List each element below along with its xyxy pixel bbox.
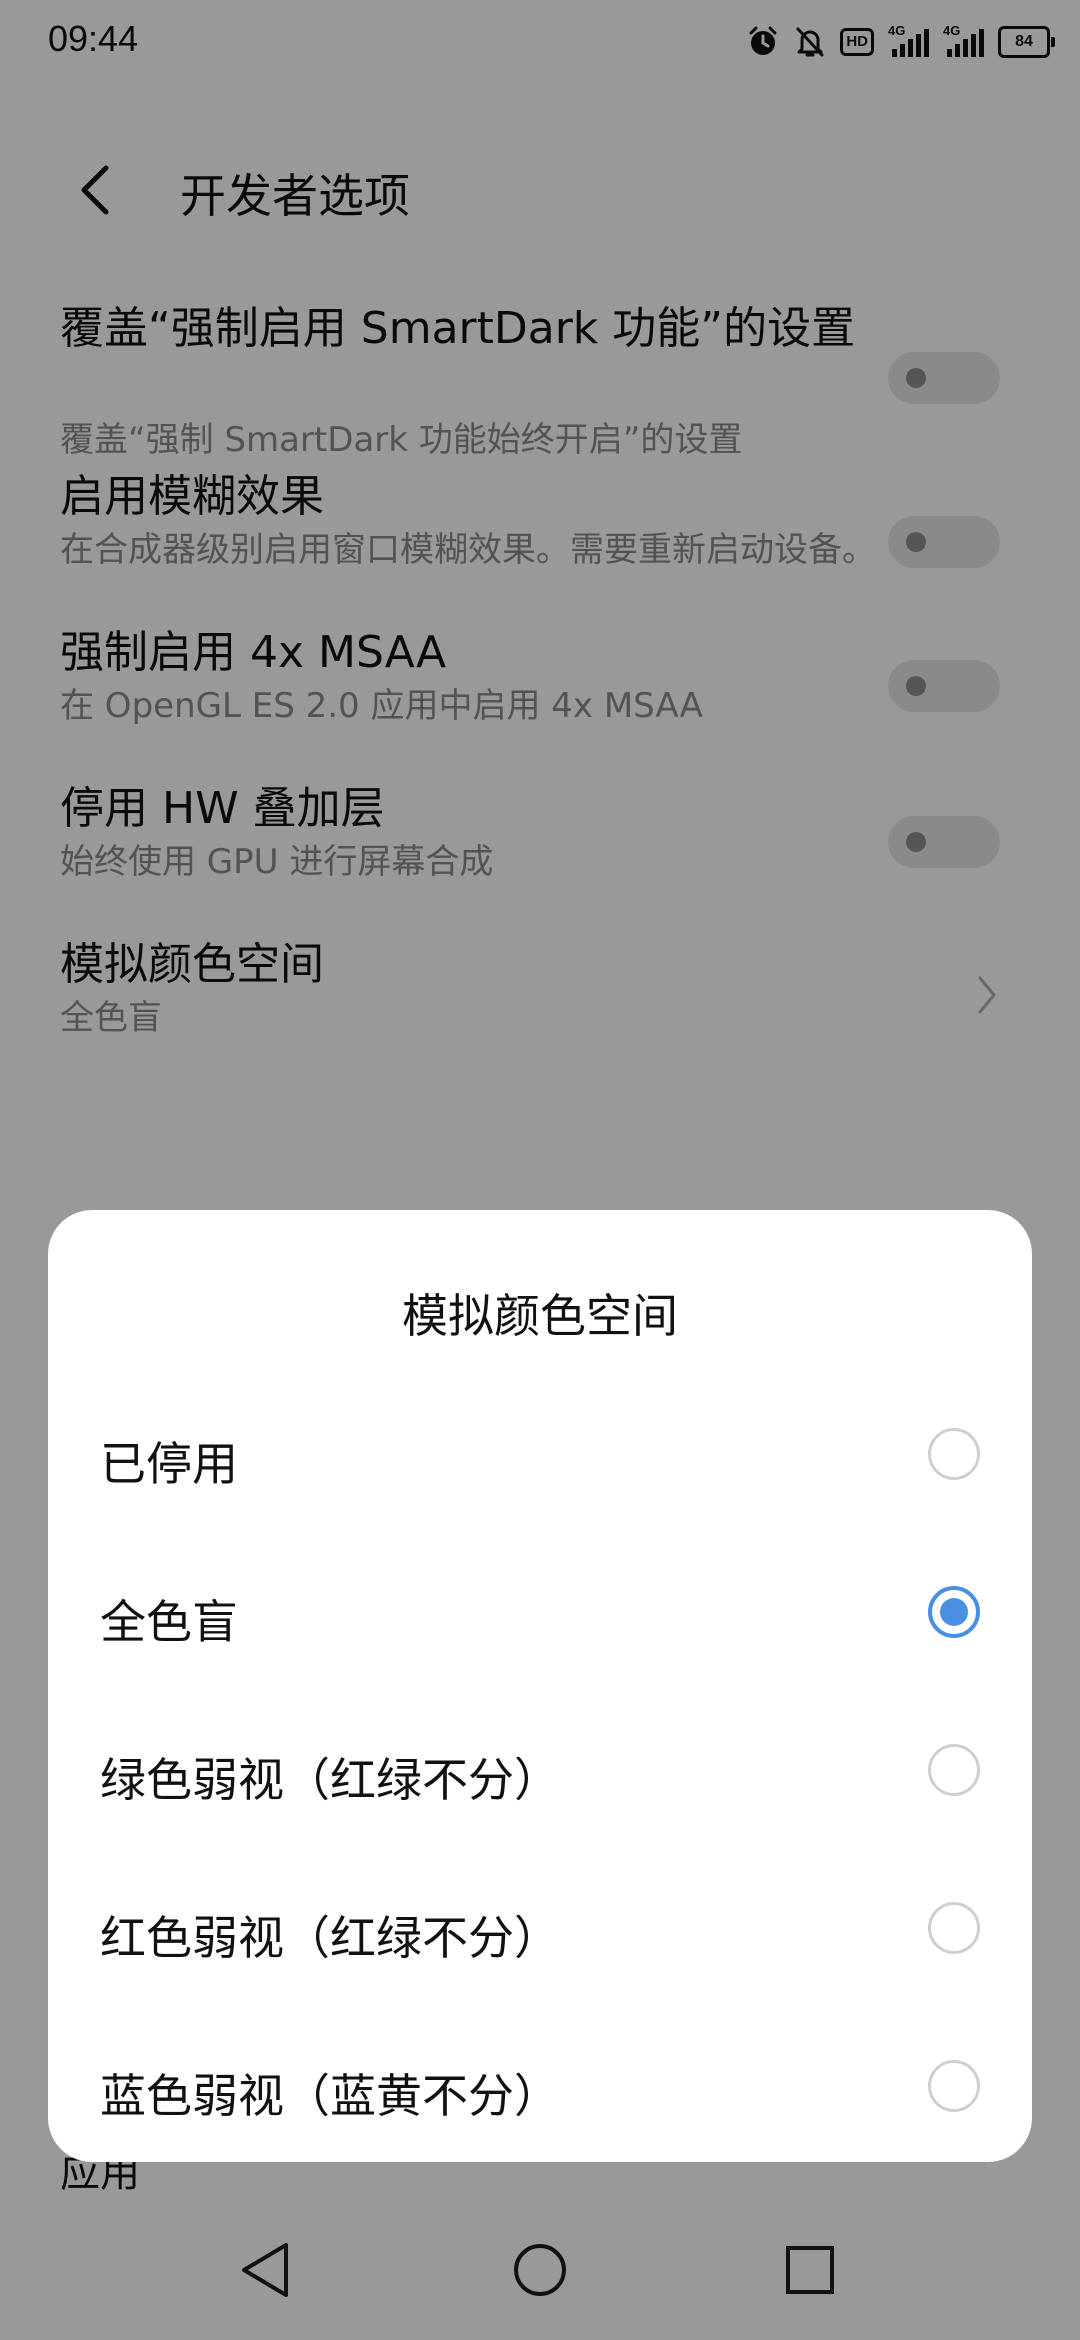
option-label: 绿色弱视（红绿不分）: [100, 1753, 560, 1807]
option-protanomaly[interactable]: 红色弱视（红绿不分）: [48, 1852, 1032, 2010]
option-monochromacy[interactable]: 全色盲: [48, 1536, 1032, 1694]
option-label: 红色弱视（红绿不分）: [100, 1911, 560, 1965]
radio-button[interactable]: [928, 1744, 980, 1796]
radio-button[interactable]: [928, 1902, 980, 1954]
option-deuteranomaly[interactable]: 绿色弱视（红绿不分）: [48, 1694, 1032, 1852]
radio-button[interactable]: [928, 1428, 980, 1480]
option-disabled[interactable]: 已停用: [48, 1378, 1032, 1536]
option-tritanomaly[interactable]: 蓝色弱视（蓝黄不分）: [48, 2010, 1032, 2168]
home-circle-icon[interactable]: [495, 2225, 585, 2315]
radio-button-selected[interactable]: [928, 1586, 980, 1638]
dialog-title: 模拟颜色空间: [402, 1289, 678, 1343]
option-label: 已停用: [100, 1437, 238, 1491]
option-label: 全色盲: [100, 1595, 238, 1649]
color-space-dialog: 模拟颜色空间 已停用 全色盲 绿色弱视（红绿不分） 红色弱视（红绿不分） 蓝色弱…: [48, 1210, 1032, 2162]
radio-button[interactable]: [928, 2060, 980, 2112]
option-label: 蓝色弱视（蓝黄不分）: [100, 2069, 560, 2123]
recents-square-icon[interactable]: [765, 2225, 855, 2315]
system-navbar: [0, 2200, 1080, 2340]
back-triangle-icon[interactable]: [222, 2225, 312, 2315]
